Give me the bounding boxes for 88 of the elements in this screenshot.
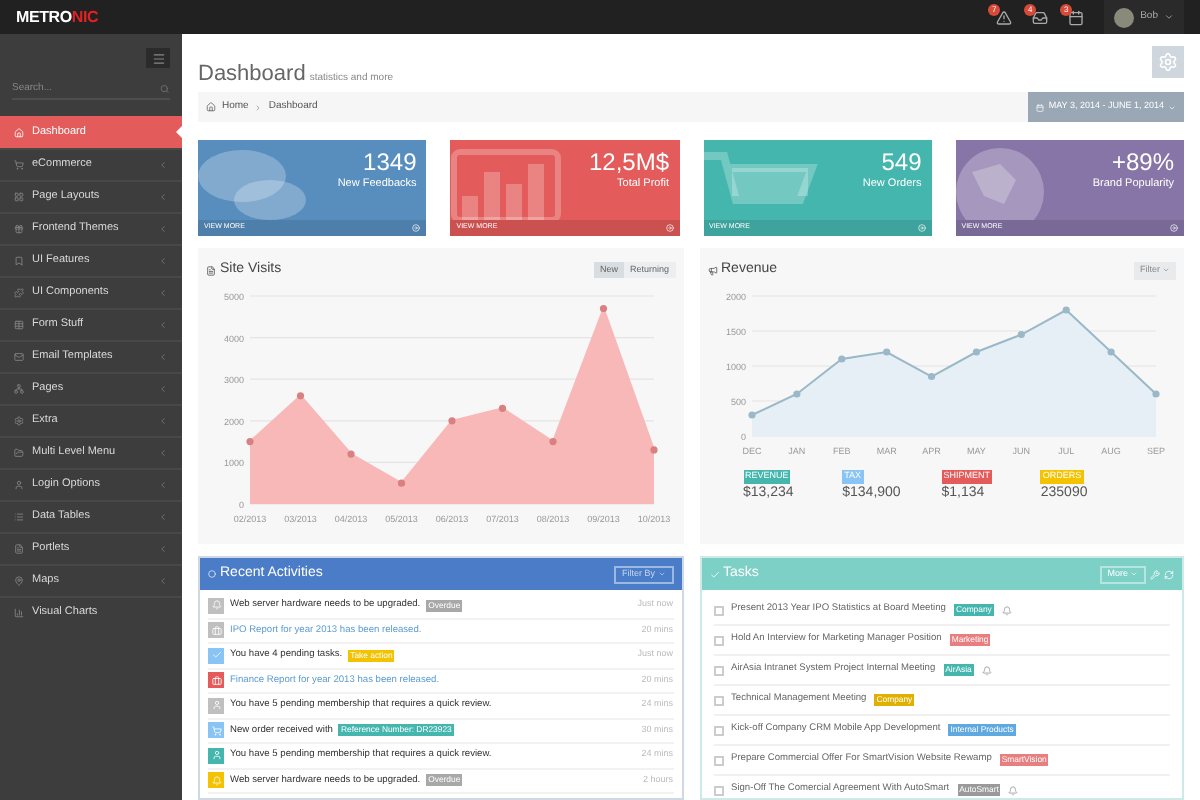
chevron-icon (158, 224, 168, 234)
gift-icon (14, 224, 24, 234)
settings-icon (1158, 52, 1178, 72)
bell-icon (1001, 605, 1012, 615)
stat-value: 1349 (363, 148, 417, 176)
chevron-icon (158, 384, 168, 394)
bookmark-icon (14, 256, 24, 266)
chevron-icon (158, 544, 168, 554)
bell-icon (1008, 785, 1019, 795)
chevron-icon (158, 256, 168, 266)
arrow-icon (917, 224, 926, 232)
list-icon (14, 512, 24, 522)
chevron-icon (158, 192, 168, 202)
data-point (347, 450, 355, 458)
task-checkbox[interactable] (713, 605, 723, 615)
data-point (397, 479, 406, 487)
calendar-icon (1036, 103, 1045, 111)
user-icon (14, 480, 24, 490)
chevron-icon (158, 576, 168, 586)
arrow-icon (665, 224, 673, 232)
data-point (650, 446, 658, 454)
data-point (792, 390, 800, 398)
cart-icon (14, 160, 24, 170)
task-checkbox[interactable] (713, 725, 723, 735)
data-point (837, 355, 845, 363)
megaphone-icon (707, 265, 717, 275)
gear-icon (14, 416, 24, 426)
data-point (599, 304, 608, 313)
settings-button[interactable] (1152, 46, 1184, 78)
folder-icon (14, 448, 24, 458)
task-checkbox[interactable] (713, 665, 723, 675)
data-point (448, 417, 456, 425)
pin-icon (14, 576, 24, 586)
bell-icon (981, 665, 992, 675)
data-point (1061, 306, 1069, 314)
data-point (549, 438, 557, 446)
panel-icon (206, 265, 216, 275)
chevron-icon (158, 352, 168, 362)
data-point (498, 404, 507, 412)
check-icon (709, 569, 719, 579)
task-checkbox[interactable] (713, 635, 723, 645)
inbox-icon (1032, 9, 1049, 25)
arrow-icon (1170, 224, 1178, 232)
stat-value: +89% (1111, 148, 1174, 176)
chevron-icon (158, 160, 168, 170)
data-point (882, 348, 890, 356)
wrench-icon[interactable] (1150, 569, 1160, 579)
menu-icon (151, 51, 165, 65)
data-point (747, 411, 755, 419)
chevron-icon (158, 480, 168, 490)
data-point (1016, 330, 1024, 339)
logo[interactable]: METRONIC (16, 5, 99, 29)
task-checkbox[interactable] (713, 695, 723, 705)
stat-value: 549 (881, 148, 922, 176)
data-point (246, 438, 254, 446)
bar-chart-icon (450, 148, 567, 220)
mail-icon (14, 352, 24, 362)
arrow-icon (412, 224, 421, 232)
avatar (1114, 7, 1135, 27)
puzzle-icon (14, 288, 24, 298)
chevron-icon (158, 416, 168, 426)
search-icon (160, 84, 170, 94)
data-point (296, 392, 305, 400)
data-point (971, 348, 980, 356)
chevron-icon (158, 512, 168, 522)
chevron-icon (158, 320, 168, 330)
page-title: Dashboard (198, 59, 306, 89)
caret-icon (1164, 12, 1174, 22)
stat-value: 12,5M$ (588, 148, 669, 176)
file-icon (14, 544, 24, 554)
data-point (926, 372, 935, 381)
circle-icon (208, 570, 216, 578)
chevron-icon (158, 448, 168, 458)
network-icon (14, 384, 24, 394)
calendar-icon (1068, 9, 1085, 25)
chevron-icon (158, 288, 168, 298)
data-point (1151, 390, 1159, 398)
chart-icon (14, 608, 24, 618)
table-icon (14, 320, 24, 330)
home-icon (14, 127, 24, 137)
home-icon (206, 102, 216, 112)
refresh-icon[interactable] (1164, 569, 1174, 579)
grid-icon (14, 192, 24, 202)
warning-icon (996, 9, 1013, 25)
task-checkbox[interactable] (713, 755, 723, 765)
data-point (1106, 348, 1114, 356)
task-checkbox[interactable] (713, 785, 723, 795)
menu-toggle[interactable] (146, 48, 170, 68)
